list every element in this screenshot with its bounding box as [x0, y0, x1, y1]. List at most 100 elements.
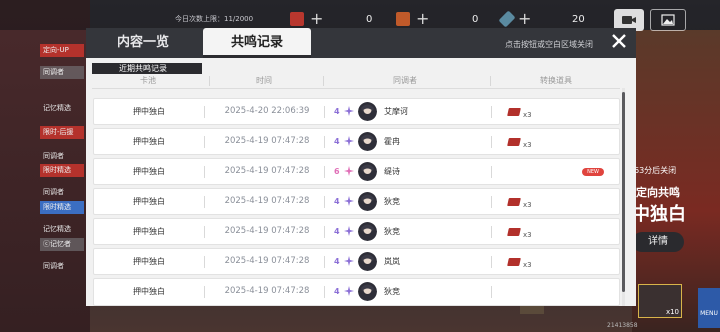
- daily-limit-text: 今日次数上限：11/2000: [175, 15, 254, 23]
- table-row[interactable]: 押中独白 2025-4-19 07:47:28 4 霍冉 x3: [93, 128, 620, 155]
- tab-resonance-record[interactable]: 共鸣记录: [203, 28, 311, 58]
- character-name: 艾摩诃: [384, 107, 408, 116]
- ticket-icon: [507, 258, 521, 266]
- pool-cell: 押中独白: [133, 197, 165, 206]
- rarity-value: 4: [334, 107, 340, 116]
- resource-value: 0: [366, 14, 373, 25]
- time-cell: 2025-4-19 07:47:28: [224, 286, 310, 296]
- sparkle-icon: [344, 106, 354, 116]
- column-header-pool: 卡池: [140, 76, 156, 85]
- cell-divider: [324, 226, 325, 238]
- avatar: [358, 252, 377, 271]
- cell-divider: [204, 196, 205, 208]
- resource-crystal[interactable]: +: [396, 9, 429, 29]
- column-divider: [323, 76, 324, 86]
- cell-divider: [204, 226, 205, 238]
- pool-cell: 押中独白: [133, 287, 165, 296]
- sidebar-item[interactable]: 同调者: [40, 66, 84, 79]
- cell-divider: [324, 286, 325, 298]
- sparkle-icon: [344, 256, 354, 266]
- sidebar-item[interactable]: 限时精选: [40, 201, 84, 214]
- pool-cell: 押中独白: [133, 227, 165, 236]
- rarity-value: 4: [334, 227, 340, 236]
- reward-quantity: x3: [523, 111, 532, 119]
- rarity-value: 4: [334, 137, 340, 146]
- sidebar-item[interactable]: 同调者: [40, 260, 84, 273]
- reward-quantity: x3: [523, 231, 532, 239]
- table-row[interactable]: 押中独白 2025-4-19 07:47:28 4 狄竞: [93, 278, 620, 306]
- rarity-value: 4: [334, 197, 340, 206]
- cell-divider: [204, 106, 205, 118]
- sidebar-item[interactable]: 定向-UP: [40, 44, 84, 57]
- time-cell: 2025-4-19 07:47:28: [224, 166, 310, 176]
- rarity-value: 4: [334, 287, 340, 296]
- sidebar-item[interactable]: 限时-后援: [40, 126, 84, 139]
- gallery-button[interactable]: [650, 9, 686, 31]
- rarity-value: 4: [334, 257, 340, 266]
- time-cell: 2025-4-19 07:47:28: [224, 256, 310, 266]
- resource-currency[interactable]: +: [290, 9, 323, 29]
- table-row[interactable]: 押中独白 2025-4-20 22:06:39 4 艾摩诃 x3: [93, 98, 620, 125]
- countdown-text: 63分后关闭: [634, 166, 677, 175]
- table-row[interactable]: 押中独白 2025-4-19 07:47:28 6 缇诗 NEW: [93, 158, 620, 185]
- pool-cell: 押中独白: [133, 167, 165, 176]
- menu-button[interactable]: MENU: [698, 288, 720, 328]
- character-name: 岚岚: [384, 257, 400, 266]
- resource-value: 20: [572, 14, 585, 25]
- sidebar-item[interactable]: 同调者: [40, 186, 84, 199]
- menu-label: MENU: [700, 310, 718, 317]
- section-label: 近期共鸣记录: [92, 63, 202, 74]
- ticket-icon: [507, 228, 521, 236]
- close-hint: 点击按钮或空白区域关闭: [505, 40, 593, 49]
- sparkle-icon: [344, 286, 354, 296]
- column-divider: [209, 76, 210, 86]
- character-name: 狄竞: [384, 227, 400, 236]
- scrollbar-thumb[interactable]: [622, 92, 625, 292]
- ticket-icon: [507, 198, 521, 206]
- table-row[interactable]: 押中独白 2025-4-19 07:47:28 4 狄竞 x3: [93, 218, 620, 245]
- cell-divider: [491, 256, 492, 268]
- uid-text: 21413858: [607, 322, 638, 329]
- crystal-icon: [396, 12, 410, 26]
- top-resource-bar: [0, 0, 720, 30]
- table-row[interactable]: 押中独白 2025-4-19 07:47:28 4 狄竞 x3: [93, 188, 620, 215]
- character-name: 霍冉: [384, 137, 400, 146]
- plus-icon[interactable]: +: [310, 11, 323, 27]
- reward-quantity: x3: [523, 261, 532, 269]
- header-divider: [92, 88, 620, 89]
- cell-divider: [491, 196, 492, 208]
- sidebar-item[interactable]: 记忆精选: [40, 223, 84, 236]
- character-name: 缇诗: [384, 167, 400, 176]
- item-count: x10: [665, 308, 679, 316]
- tab-content-overview[interactable]: 内容一览: [96, 28, 190, 58]
- character-name: 狄竞: [384, 287, 400, 296]
- sidebar-item[interactable]: 同调者: [40, 150, 84, 163]
- resource-tuning[interactable]: +: [498, 9, 531, 29]
- column-divider: [490, 76, 491, 86]
- sidebar-item[interactable]: ⓒ记忆者: [40, 238, 84, 251]
- resource-value: 0: [472, 14, 479, 25]
- detail-button[interactable]: 详情: [632, 232, 684, 252]
- pool-cell: 押中独白: [133, 257, 165, 266]
- column-header-time: 时间: [256, 76, 272, 85]
- cell-divider: [324, 106, 325, 118]
- sparkle-icon: [344, 196, 354, 206]
- sidebar-item[interactable]: 记忆精选: [40, 102, 84, 115]
- table-row[interactable]: 押中独白 2025-4-19 07:47:28 4 岚岚 x3: [93, 248, 620, 275]
- cell-divider: [204, 256, 205, 268]
- cell-divider: [324, 196, 325, 208]
- avatar: [358, 192, 377, 211]
- plus-icon[interactable]: +: [518, 11, 531, 27]
- currency-badge-icon: [290, 12, 304, 26]
- character-name: 狄竞: [384, 197, 400, 206]
- banner-name: 中独白: [632, 204, 686, 225]
- cell-divider: [491, 226, 492, 238]
- close-icon[interactable]: [611, 33, 627, 49]
- plus-icon[interactable]: +: [416, 11, 429, 27]
- camera-icon: [622, 16, 636, 24]
- sparkle-icon: [344, 226, 354, 236]
- avatar: [358, 222, 377, 241]
- sidebar-item[interactable]: 限时精选: [40, 164, 84, 177]
- item-slot-featured[interactable]: x10: [638, 284, 682, 318]
- new-badge: NEW: [582, 168, 604, 176]
